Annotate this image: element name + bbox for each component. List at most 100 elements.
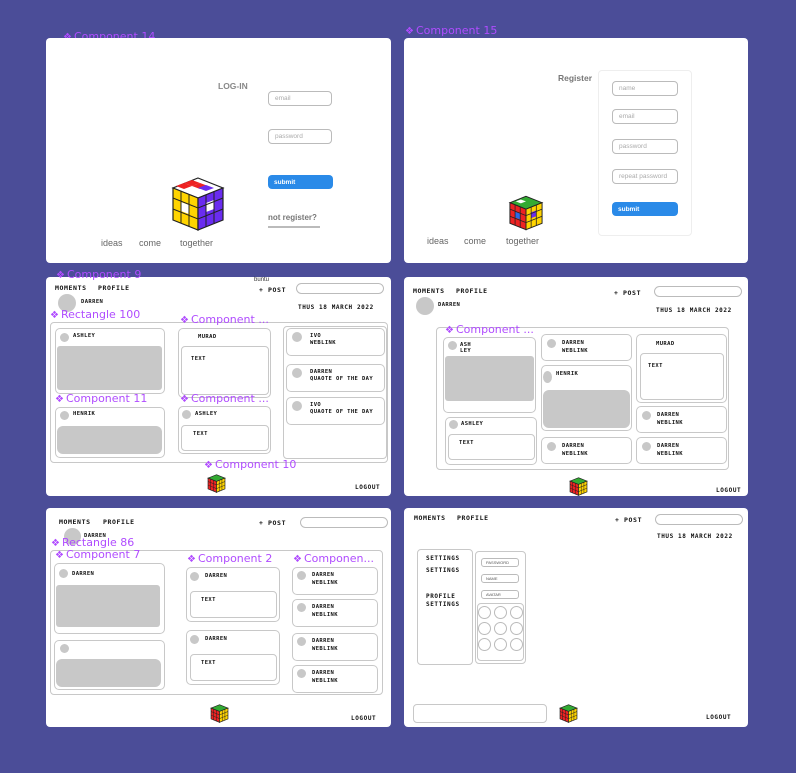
search-input[interactable] — [655, 514, 743, 525]
word-together: together — [506, 236, 540, 246]
frame-label-rectangle-100: ❖ Rectangle 100 — [50, 308, 141, 322]
post-button[interactable]: + POST — [615, 516, 642, 524]
frame-label-component-b: ❖ Component ... — [180, 392, 269, 406]
profile-settings-line2[interactable]: SETTINGS — [426, 601, 460, 608]
tab-moments[interactable]: MOMENTS — [55, 284, 87, 292]
settings-menu-item[interactable]: SETTINGS — [426, 567, 460, 574]
word-come: come — [139, 238, 162, 248]
logout-button[interactable]: LOGOUT — [351, 715, 376, 722]
link-label: WEBLINK — [312, 612, 338, 618]
logout-button[interactable]: LOGOUT — [706, 714, 731, 721]
name-field[interactable]: NAME — [481, 574, 519, 583]
link-author: DARREN — [657, 412, 680, 418]
avatar-option[interactable] — [510, 622, 523, 635]
post-button[interactable]: + POST — [259, 519, 286, 527]
post-image — [56, 585, 160, 627]
avatar-option[interactable] — [478, 638, 491, 651]
rubiks-cube-logo — [569, 477, 588, 496]
register-title: Register — [558, 73, 593, 83]
avatar[interactable] — [416, 297, 434, 315]
password-field[interactable]: PASSWORD — [481, 558, 519, 567]
link-label: WEBLINK — [562, 451, 588, 457]
link-author: DARREN — [312, 638, 335, 644]
avatar — [642, 442, 651, 451]
post-button[interactable]: + POST — [614, 289, 641, 297]
rubiks-cube-logo — [171, 177, 225, 231]
email-input[interactable]: email — [268, 91, 332, 106]
tab-moments[interactable]: MOMENTS — [414, 514, 446, 522]
avatar-options-grid[interactable] — [478, 606, 523, 651]
search-input[interactable] — [654, 286, 742, 297]
post-author: DARREN — [205, 636, 228, 642]
tab-profile[interactable]: PROFILE — [456, 287, 488, 295]
password-input[interactable]: password — [268, 129, 332, 144]
search-input[interactable] — [296, 283, 384, 294]
not-register-link[interactable]: not register? — [268, 213, 317, 222]
tab-moments[interactable]: MOMENTS — [59, 518, 91, 526]
avatar-option[interactable] — [494, 622, 507, 635]
post-author: HENRIK — [556, 371, 579, 377]
avatar — [292, 368, 302, 378]
frame-label-component-7: ❖ Component 7 — [55, 548, 141, 562]
login-title: LOG-IN — [218, 81, 248, 91]
avatar-option[interactable] — [494, 638, 507, 651]
tab-profile[interactable]: PROFILE — [457, 514, 489, 522]
repeat-password-input[interactable]: repeat password — [612, 169, 678, 184]
frame-label-component-2: ❖ Component 2 — [187, 552, 273, 566]
link-author: DARREN — [562, 340, 585, 346]
name-input[interactable]: name — [612, 81, 678, 96]
post-text-box — [448, 434, 535, 460]
submit-button[interactable]: submit — [268, 175, 333, 189]
frame-label-component-c: ❖ Component ... — [445, 323, 534, 337]
avatar — [297, 669, 306, 678]
word-come: come — [464, 236, 487, 246]
tab-moments[interactable]: MOMENTS — [413, 287, 445, 295]
user-name: DARREN — [81, 299, 104, 305]
logout-button[interactable]: LOGOUT — [716, 487, 741, 494]
avatar — [547, 442, 556, 451]
post-text-box — [190, 591, 277, 618]
link-author: DARREN — [657, 443, 680, 449]
settings-menu-item[interactable]: SETTINGS — [426, 555, 460, 562]
avatar-option[interactable] — [510, 638, 523, 651]
post-text-box — [181, 425, 269, 451]
frame-label-componen: ❖ Componen... — [293, 552, 375, 566]
link-label: WEBLINK — [312, 678, 338, 684]
avatar — [297, 571, 306, 580]
tab-profile[interactable]: PROFILE — [103, 518, 135, 526]
link-author: DARREN — [312, 604, 335, 610]
link-author: DARREN — [562, 443, 585, 449]
avatar-option[interactable] — [494, 606, 507, 619]
avatar — [543, 371, 552, 383]
link-label: WEBLINK — [562, 348, 588, 354]
search-input[interactable] — [300, 517, 388, 528]
link-author: IVO — [310, 333, 322, 339]
avatar — [60, 411, 69, 420]
login-frame: LOG-IN email password submit not registe… — [46, 38, 391, 263]
date-label: THUS 18 MARCH 2022 — [298, 304, 374, 311]
submit-button[interactable]: submit — [612, 202, 678, 216]
link-label: WEBLINK — [657, 420, 683, 426]
word-together: together — [180, 238, 214, 248]
avatar-option[interactable] — [478, 606, 491, 619]
logout-button[interactable]: LOGOUT — [355, 484, 380, 491]
post-author: MURAD — [656, 341, 675, 347]
tab-profile[interactable]: PROFILE — [98, 284, 130, 292]
profile-settings-line1[interactable]: PROFILE — [426, 593, 456, 600]
link-label: WEBLINK — [310, 340, 336, 346]
post-button[interactable]: + POST — [259, 286, 286, 294]
link-label: WEBLINK — [312, 580, 338, 586]
email-input[interactable]: email — [612, 109, 678, 124]
post-author: ASHLEY — [461, 421, 484, 427]
avatar-option[interactable] — [510, 606, 523, 619]
bottom-input[interactable] — [413, 704, 547, 723]
quote-author: DARREN — [310, 369, 333, 375]
avatar-option[interactable] — [478, 622, 491, 635]
avatar-field[interactable]: AVATAR — [481, 590, 519, 599]
post-author: ASHLEY — [195, 411, 218, 417]
post-image — [57, 426, 162, 454]
password-input[interactable]: password — [612, 139, 678, 154]
word-ideas: ideas — [427, 236, 449, 246]
post-image — [543, 390, 630, 428]
avatar — [60, 644, 69, 653]
